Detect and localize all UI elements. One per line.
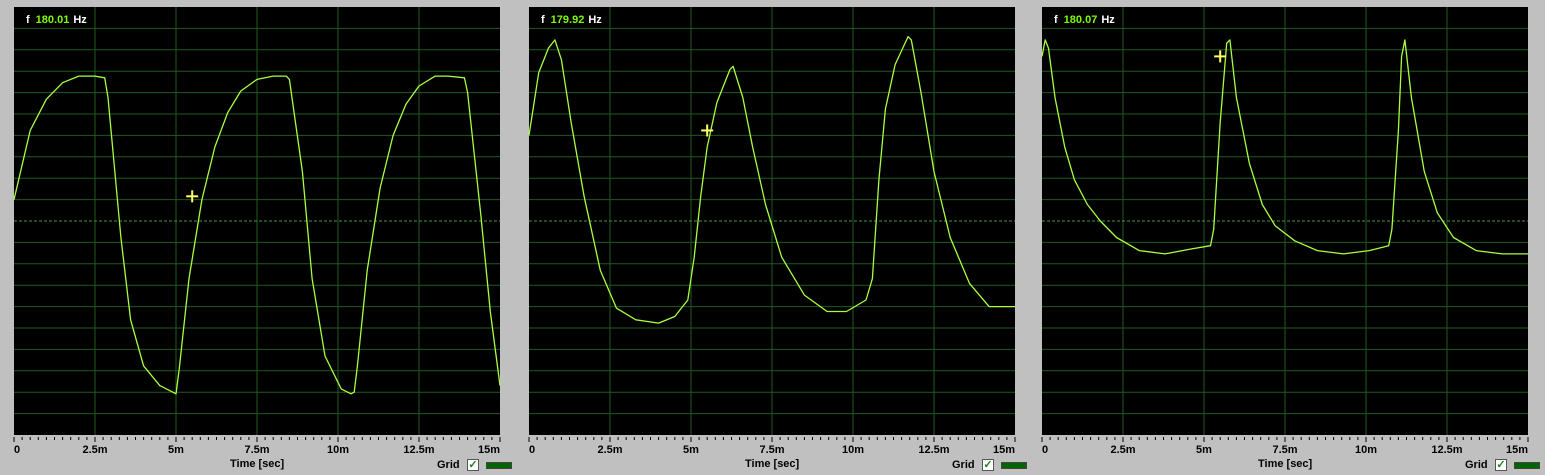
- frequency-readout-3: f 180.07 Hz: [1054, 14, 1115, 26]
- frequency-prefix: f: [1054, 14, 1058, 26]
- x-tick-label: 15m: [478, 444, 500, 456]
- x-tick-label: 5m: [683, 444, 699, 456]
- scope-panel-2: 0 2.5m 5m 7.5m 10m 12.5m 15m f 179.92 Hz Time [s…: [515, 0, 1027, 475]
- trace-color-swatch[interactable]: [1514, 462, 1540, 469]
- x-axis-ticks: [1041, 437, 1529, 442]
- frequency-prefix: f: [541, 14, 545, 26]
- x-tick-label: 2.5m: [82, 444, 107, 456]
- x-tick-label: 12.5m: [1431, 444, 1462, 456]
- x-tick-label: 12.5m: [403, 444, 434, 456]
- frequency-prefix: f: [26, 14, 30, 26]
- trace-color-swatch[interactable]: [1001, 462, 1027, 469]
- x-tick-label: 5m: [168, 444, 184, 456]
- scope-panel-3: 0 2.5m 5m 7.5m 10m 12.5m 15m f 180.07 Hz Time [s…: [1028, 0, 1540, 475]
- frequency-unit: Hz: [588, 14, 602, 26]
- scope-panel-1: 0 2.5m 5m 7.5m 10m 12.5m 15m f 180.01 Hz Time [s…: [0, 0, 512, 475]
- x-tick-label: 10m: [1355, 444, 1377, 456]
- x-tick-label: 2.5m: [597, 444, 622, 456]
- grid-label: Grid: [437, 459, 460, 471]
- grid-checkbox[interactable]: ✓: [467, 459, 479, 471]
- x-axis-ticks: [528, 437, 1016, 442]
- x-tick-label: 12.5m: [918, 444, 949, 456]
- x-tick-label: 7.5m: [1272, 444, 1297, 456]
- x-tick-label: 5m: [1196, 444, 1212, 456]
- scope-plot-3[interactable]: 0 2.5m 5m 7.5m 10m 12.5m 15m: [1028, 0, 1543, 475]
- x-tick-label: 7.5m: [244, 444, 269, 456]
- x-tick-label: 7.5m: [759, 444, 784, 456]
- grid-label: Grid: [1465, 459, 1488, 471]
- frequency-value: 180.07: [1063, 14, 1098, 26]
- frequency-value: 180.01: [35, 14, 70, 26]
- trace-color-swatch[interactable]: [486, 462, 512, 469]
- scope-plot-1[interactable]: 0 2.5m 5m 7.5m 10m 12.5m 15m: [0, 0, 515, 475]
- x-axis-title: Time [sec]: [745, 458, 800, 470]
- frequency-readout-1: f 180.01 Hz: [26, 14, 87, 26]
- x-axis-title: Time [sec]: [230, 458, 285, 470]
- grid-checkbox[interactable]: ✓: [982, 459, 994, 471]
- x-axis-title: Time [sec]: [1258, 458, 1313, 470]
- x-tick-label: 10m: [327, 444, 349, 456]
- x-tick-label: 15m: [993, 444, 1015, 456]
- frequency-value: 179.92: [550, 14, 585, 26]
- scope-plot-2[interactable]: 0 2.5m 5m 7.5m 10m 12.5m 15m: [515, 0, 1030, 475]
- x-axis-ticks: [13, 437, 501, 442]
- x-tick-label: 0: [14, 444, 20, 456]
- x-tick-label: 2.5m: [1110, 444, 1135, 456]
- frequency-unit: Hz: [73, 14, 87, 26]
- grid-checkbox[interactable]: ✓: [1495, 459, 1507, 471]
- frequency-unit: Hz: [1101, 14, 1115, 26]
- x-tick-label: 10m: [842, 444, 864, 456]
- x-tick-label: 15m: [1506, 444, 1528, 456]
- frequency-readout-2: f 179.92 Hz: [541, 14, 602, 26]
- grid-label: Grid: [952, 459, 975, 471]
- x-tick-label: 0: [529, 444, 535, 456]
- x-tick-label: 0: [1042, 444, 1048, 456]
